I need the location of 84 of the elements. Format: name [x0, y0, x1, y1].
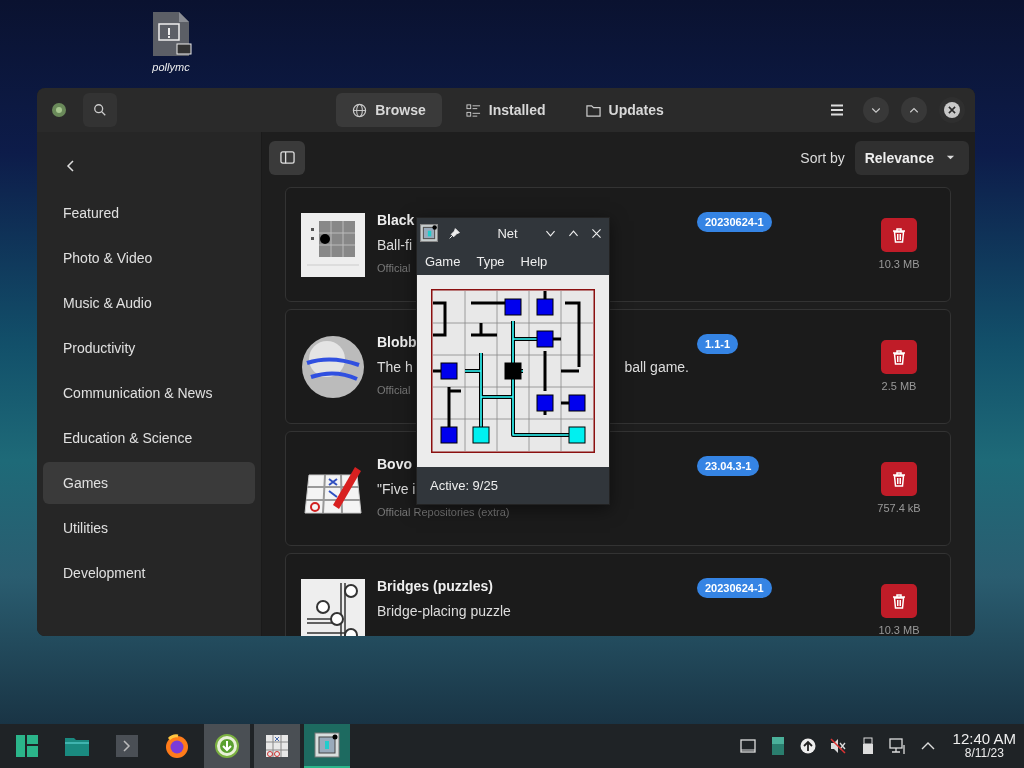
uninstall-button[interactable] — [881, 462, 917, 496]
menu-item[interactable]: Help — [514, 254, 554, 269]
tab[interactable]: Updates — [569, 93, 680, 127]
uninstall-button[interactable] — [881, 584, 917, 618]
list-icon — [465, 102, 481, 118]
pin-icon[interactable] — [448, 226, 461, 240]
taskbar-app-button[interactable] — [204, 724, 250, 768]
app-name: Bovo — [377, 456, 412, 472]
desktop-icon-label[interactable]: pollymc — [152, 60, 190, 74]
volleyball-logo-icon — [301, 334, 365, 399]
show-desktop-icon[interactable] — [738, 737, 757, 755]
net-game-icon — [313, 731, 341, 759]
window-title: Net — [496, 225, 519, 241]
category-item[interactable]: Utilities — [43, 507, 255, 549]
sidebar-toggle-button[interactable] — [269, 140, 305, 175]
version-badge: 1.1-1 — [697, 334, 739, 354]
firefox-icon — [163, 732, 191, 760]
uninstall-button[interactable] — [881, 340, 917, 374]
menu-icon[interactable] — [829, 102, 845, 118]
clock-time[interactable]: 12:40 AM — [952, 731, 1016, 746]
category-item[interactable]: Games — [43, 462, 255, 504]
app-description: ball game. — [624, 359, 689, 375]
folder-icon — [585, 102, 601, 118]
category-item[interactable]: Education & Science — [43, 417, 255, 459]
status-text: Active: 9/25 — [430, 478, 498, 493]
close-button[interactable] — [590, 226, 603, 240]
close-button[interactable] — [939, 97, 965, 123]
app-description: "Five i — [377, 481, 416, 497]
menu-item[interactable]: Type — [470, 254, 511, 269]
sort-label: Sort by — [800, 149, 845, 166]
version-badge: 23.04.3-1 — [697, 456, 760, 476]
tab[interactable]: Installed — [449, 93, 562, 127]
category-item[interactable]: Featured — [43, 192, 255, 234]
trash-icon — [891, 349, 907, 365]
terminal-icon — [113, 732, 141, 760]
version-badge: 20230624-1 — [697, 578, 772, 598]
app-description: The h — [377, 359, 413, 375]
download-size: 10.3 MB — [878, 624, 920, 636]
globe-icon — [352, 102, 368, 118]
network-icon[interactable] — [888, 737, 907, 755]
net-app-icon — [420, 224, 438, 242]
category-item[interactable]: Communication & News — [43, 372, 255, 414]
category-item[interactable]: Productivity — [43, 327, 255, 369]
download-size: 2.5 MB — [881, 380, 917, 392]
app-name: Black — [377, 212, 415, 228]
dropdown-caret-icon — [946, 153, 955, 162]
app-description: Ball-fi — [377, 237, 412, 253]
app-description: Bridge-placing puzzle — [377, 603, 511, 619]
clock-date[interactable]: 8/11/23 — [964, 746, 1004, 761]
version-badge: 20230624-1 — [697, 212, 772, 232]
manjaro-logo-icon — [13, 732, 41, 760]
app-name: Bridges (puzzles) — [377, 578, 493, 594]
maximize-button[interactable] — [901, 97, 927, 123]
download-circle-icon — [213, 732, 241, 760]
menu-item[interactable]: Game — [419, 254, 467, 269]
download-size: 10.3 MB — [878, 258, 920, 270]
close-icon — [944, 102, 960, 118]
category-item[interactable]: Photo & Video — [43, 237, 255, 279]
app-name: Blobb — [377, 334, 417, 350]
app-source: Official — [377, 384, 411, 396]
minimize-button[interactable] — [863, 97, 889, 123]
tab[interactable]: Browse — [336, 93, 442, 127]
taskbar-app-button[interactable] — [254, 724, 300, 768]
grid-puzzle-icon — [301, 212, 365, 277]
app-source: Official — [377, 262, 411, 274]
search-button[interactable] — [83, 93, 117, 127]
app-source: Official Repositories (extra) — [377, 506, 510, 518]
taskbar-app-button[interactable] — [304, 724, 350, 768]
uninstall-button[interactable] — [881, 218, 917, 252]
sort-dropdown[interactable]: Relevance — [854, 140, 969, 175]
download-size: 757.4 kB — [877, 502, 921, 514]
category-item[interactable]: Music & Audio — [43, 282, 255, 324]
search-icon — [93, 103, 107, 117]
category-item[interactable]: Development — [43, 552, 255, 594]
net-puzzle-board-drawing[interactable] — [431, 289, 595, 453]
bridges-puzzle-icon — [301, 578, 365, 636]
app-icon — [51, 102, 67, 118]
trash-icon — [891, 227, 907, 243]
app-card[interactable]: Bridges (puzzles) Bridge-placing puzzle 20230624-1 10.3 MB — [285, 553, 951, 636]
tic-tac-toe-icon — [263, 732, 291, 760]
trash-icon — [891, 471, 907, 487]
trash-icon — [891, 593, 907, 609]
sidebar-icon — [279, 150, 295, 165]
muted-speaker-icon[interactable] — [828, 737, 847, 755]
